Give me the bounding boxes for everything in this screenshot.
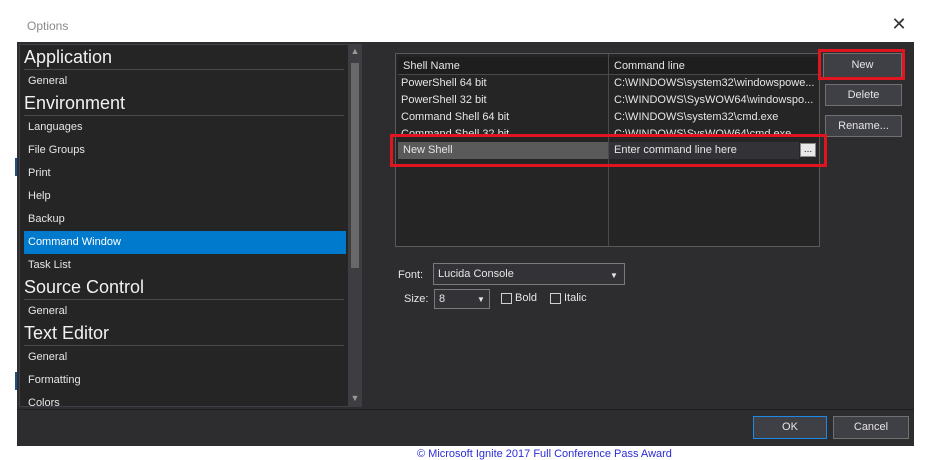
tree-item-command-window[interactable]: Command Window xyxy=(24,231,346,254)
title-bar xyxy=(0,0,925,45)
tree-item-source-control-general[interactable]: General xyxy=(24,300,346,323)
delete-button[interactable]: Delete xyxy=(825,84,902,106)
tree-item-application-general[interactable]: General xyxy=(24,70,346,93)
tree-category-environment[interactable]: Environment xyxy=(24,93,125,114)
table-cell-shell-name[interactable]: PowerShell 64 bit xyxy=(396,75,608,92)
size-value: 8 xyxy=(439,293,446,305)
column-header-command-line[interactable]: Command line xyxy=(609,57,819,75)
font-label: Font: xyxy=(398,269,424,281)
tree-item-file-groups[interactable]: File Groups xyxy=(24,139,346,162)
size-label: Size: xyxy=(404,293,429,305)
tree-scrollbar-thumb[interactable] xyxy=(351,63,359,268)
tree-item-backup[interactable]: Backup xyxy=(24,208,346,231)
table-cell-shell-name[interactable]: Command Shell 64 bit xyxy=(396,109,608,126)
tree-item-formatting[interactable]: Formatting xyxy=(24,369,346,392)
tree-item-text-editor-general[interactable]: General xyxy=(24,346,346,369)
tree-item-task-list[interactable]: Task List xyxy=(24,254,346,277)
italic-label: Italic xyxy=(564,292,587,304)
table-cell-shell-name[interactable]: PowerShell 32 bit xyxy=(396,92,608,109)
options-tree: Application General Environment Language… xyxy=(19,44,362,407)
tree-category-text-editor[interactable]: Text Editor xyxy=(24,323,109,344)
background-page-text: © Microsoft Ignite 2017 Full Conference … xyxy=(417,448,672,460)
rename-button[interactable]: Rename... xyxy=(825,115,902,137)
scroll-down-icon[interactable]: ▼ xyxy=(348,393,362,405)
close-icon[interactable]: ✕ xyxy=(889,14,909,34)
scroll-up-icon[interactable]: ▲ xyxy=(348,46,362,58)
italic-checkbox[interactable] xyxy=(550,293,561,304)
ok-button[interactable]: OK xyxy=(753,416,827,439)
table-cell-command-line[interactable]: C:\WINDOWS\SysWOW64\windowspo... xyxy=(609,92,819,109)
cancel-button[interactable]: Cancel xyxy=(833,416,909,439)
tree-item-colors[interactable]: Colors xyxy=(24,392,346,406)
highlight-new-shell-row xyxy=(390,134,827,167)
font-select[interactable]: Lucida Console xyxy=(433,263,625,285)
column-header-shell-name[interactable]: Shell Name xyxy=(398,57,609,75)
highlight-new-button xyxy=(818,49,905,80)
table-cell-command-line[interactable]: C:\WINDOWS\system32\cmd.exe xyxy=(609,109,819,126)
table-cell-command-line[interactable]: C:\WINDOWS\system32\windowspowe... xyxy=(609,75,819,92)
tree-item-help[interactable]: Help xyxy=(24,185,346,208)
tree-category-source-control[interactable]: Source Control xyxy=(24,277,144,298)
tree-item-print[interactable]: Print xyxy=(24,162,346,185)
tree-category-application[interactable]: Application xyxy=(24,47,112,68)
tree-item-languages[interactable]: Languages xyxy=(24,116,346,139)
chevron-down-icon[interactable]: ▼ xyxy=(610,271,618,280)
font-value: Lucida Console xyxy=(438,268,514,280)
chevron-down-icon[interactable]: ▼ xyxy=(477,295,485,304)
window-title: Options xyxy=(27,19,69,33)
bold-checkbox[interactable] xyxy=(501,293,512,304)
bold-label: Bold xyxy=(515,292,538,304)
